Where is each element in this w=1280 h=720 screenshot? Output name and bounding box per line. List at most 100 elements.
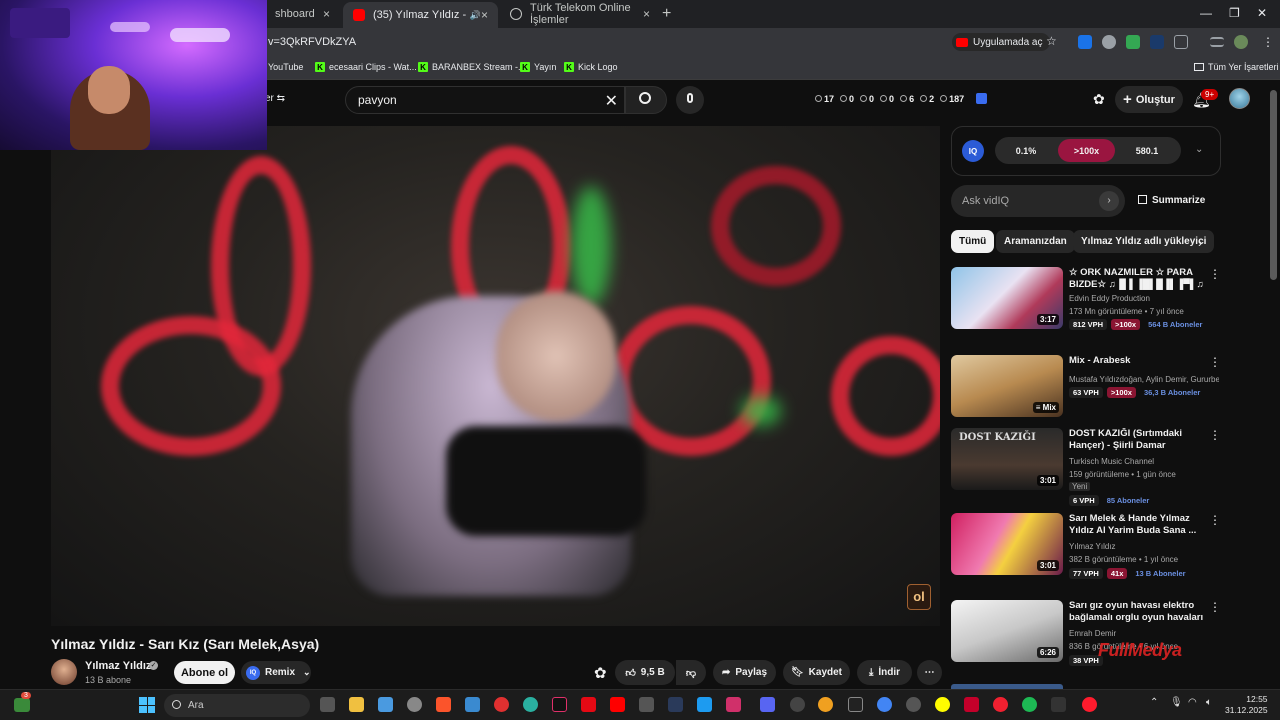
channel-name[interactable]: Yılmaz Yıldız [85, 660, 151, 672]
tiktok-icon[interactable] [552, 697, 567, 712]
bookmark-youtube[interactable]: YouTube [268, 62, 303, 72]
recommendation-item[interactable]: 3:01 Sarı Melek & Hande Yılmaz Yıldız Al… [951, 513, 1271, 579]
shield-icon[interactable] [1102, 35, 1116, 49]
discord-icon[interactable] [760, 697, 775, 712]
netflix-icon[interactable] [581, 697, 596, 712]
video-title[interactable]: Sarı Melek & Hande Yılmaz Yıldız Al Yari… [1069, 513, 1209, 537]
remix-button[interactable]: IQ Remix ⌄ [241, 661, 311, 684]
edge-icon[interactable] [523, 697, 538, 712]
recommendation-item[interactable]: 3:17 ☆ ORK NAZMILER ☆ PARA BIZDE☆ ♫▐▌▌▐█… [951, 267, 1271, 332]
widgets-icon[interactable] [14, 698, 30, 712]
more-menu-icon[interactable]: ⋮ [1262, 35, 1274, 49]
video-thumbnail[interactable]: 6:26 [951, 600, 1063, 662]
vidiq-metric-3[interactable]: 580.1 [1118, 139, 1176, 162]
profile-icon[interactable] [1234, 35, 1248, 49]
store-icon[interactable] [465, 697, 480, 712]
extension-icon[interactable] [1150, 35, 1164, 49]
extension-icon[interactable] [1126, 35, 1140, 49]
more-icon[interactable]: ⋮ [1209, 513, 1221, 527]
save-button[interactable]: 🔖︎ Kaydet [783, 660, 850, 685]
task-view-icon[interactable] [320, 697, 335, 712]
extension-icon[interactable] [1078, 35, 1092, 49]
more-icon[interactable]: ⋮ [1209, 428, 1221, 442]
channel-name[interactable]: Turkisch Music Channel [1069, 457, 1219, 466]
video-thumbnail[interactable]: 3:17 [951, 267, 1063, 329]
chip-uploader[interactable]: Yılmaz Yıldız adlı yükleyici [1073, 230, 1215, 253]
file-explorer-icon[interactable] [349, 697, 364, 712]
copilot-icon[interactable] [378, 697, 393, 712]
vidiq-badge-icon[interactable]: ✿ [594, 664, 607, 682]
epic-games-icon[interactable] [848, 697, 863, 712]
search-input[interactable] [358, 93, 598, 107]
chevron-up-icon[interactable]: ⌃ [1150, 697, 1158, 708]
chrome-icon[interactable] [877, 697, 892, 712]
more-icon[interactable]: ⋮ [1209, 355, 1221, 369]
open-in-app-button[interactable]: Uygulamada aç [952, 33, 1051, 51]
scrollbar[interactable] [1270, 90, 1277, 280]
ask-vidiq-input[interactable]: Ask vidIQ › [951, 185, 1125, 217]
channel-name[interactable]: Edvin Eddy Production [1069, 294, 1219, 303]
bookmark-baranbex[interactable]: K BARANBEX Stream -... [418, 62, 526, 72]
subscribe-button[interactable]: Abone ol [174, 661, 235, 684]
spotify-icon[interactable] [1022, 697, 1037, 712]
close-icon[interactable]: × [643, 7, 650, 21]
bookmark-star-icon[interactable]: ☆ [1046, 34, 1057, 48]
microphone-icon[interactable]: 🎙︎ [1170, 697, 1183, 708]
tab-turk-telekom[interactable]: Türk Telekom Online İşlemler × [500, 0, 660, 28]
voice-search-button[interactable] [676, 86, 704, 114]
brave-icon[interactable] [436, 697, 451, 712]
wifi-icon[interactable]: ◠ [1188, 697, 1197, 708]
vidiq-metric-2[interactable]: >100x [1058, 139, 1115, 162]
more-icon[interactable]: ⋮ [1209, 600, 1221, 614]
channel-avatar[interactable] [51, 659, 77, 685]
puzzle-icon[interactable] [1174, 35, 1188, 49]
video-title[interactable]: Mix - Arabesk [1069, 355, 1209, 367]
video-thumbnail[interactable]: 3:01 [951, 513, 1063, 575]
channel-name[interactable]: Mustafa Yıldızdoğan, Aylin Demir, Gururb… [1069, 375, 1219, 384]
video-title[interactable]: Sarı gız oyun havası elektro bağlamalı o… [1069, 600, 1209, 624]
minimize-button[interactable]: — [1200, 6, 1212, 20]
mcafee-icon[interactable] [964, 697, 979, 712]
youtube-icon[interactable] [610, 697, 625, 712]
avatar[interactable] [1229, 88, 1250, 109]
app-icon[interactable] [790, 697, 805, 712]
download-button[interactable]: ⤓ İndir [857, 660, 912, 685]
video-player[interactable]: ol [51, 126, 940, 626]
chevron-right-icon[interactable]: › [1198, 235, 1202, 250]
app-icon[interactable] [407, 697, 422, 712]
recommendation-item[interactable]: ≡ Mix Mix - Arabesk Mustafa Yıldızdoğan,… [951, 355, 1271, 420]
yandex-icon[interactable] [993, 697, 1008, 712]
vidiq-icon[interactable] [976, 93, 988, 104]
channel-name[interactable]: Yılmaz Yıldız [1069, 542, 1219, 551]
vidiq-badge-icon[interactable]: ✿ [1093, 91, 1105, 108]
close-icon[interactable]: × [481, 8, 488, 22]
bookmark-ecesaari[interactable]: K ecesaari Clips - Wat... [315, 62, 417, 72]
dislike-button[interactable]: 👎︎ [676, 660, 706, 685]
clear-icon[interactable]: ✕ [605, 91, 618, 111]
app-icon[interactable] [906, 697, 921, 712]
clock[interactable]: 12:55 31.12.2025 [1225, 694, 1268, 716]
search-box[interactable]: ✕ [345, 86, 625, 114]
video-title[interactable]: ☆ ORK NAZMILER ☆ PARA BIZDE☆ ♫▐▌▌▐█▌█▐▌▐… [1069, 267, 1209, 291]
like-button[interactable]: 👍︎ 9,5 B [615, 660, 675, 685]
video-thumbnail[interactable]: DOST KAZIĞI 3:01 [951, 428, 1063, 490]
snapchat-icon[interactable] [935, 697, 950, 712]
chip-from-search[interactable]: Aramanızdan [996, 230, 1075, 253]
reading-list-icon[interactable] [1210, 37, 1224, 47]
all-bookmarks[interactable]: Tüm Yer İşaretleri [1194, 62, 1279, 72]
steam-icon[interactable] [668, 697, 683, 712]
create-button[interactable]: + Oluştur [1115, 86, 1183, 113]
arrow-right-icon[interactable]: › [1099, 191, 1119, 211]
bookmark-yayin[interactable]: K Yayın [520, 62, 556, 72]
recommendation-item[interactable]: DOST KAZIĞI 3:01 DOST KAZIĞI (Sırtımdaki… [951, 428, 1271, 508]
close-window-button[interactable]: ✕ [1257, 6, 1267, 20]
media-icon[interactable] [494, 697, 509, 712]
video-thumbnail[interactable]: ≡ Mix [951, 355, 1063, 417]
video-title[interactable]: DOST KAZIĞI (Sırtımdaki Hançer) - Şiirli… [1069, 428, 1209, 452]
share-button[interactable]: ➦ Paylaş [713, 660, 776, 685]
tab-youtube-video[interactable]: (35) Yılmaz Yıldız - Sarı Kız 🔊 × [343, 2, 498, 28]
app-icon[interactable] [1051, 697, 1066, 712]
channel-watermark[interactable]: ol [907, 584, 931, 610]
filter-button[interactable]: er ⇆ [265, 93, 285, 104]
speaker-icon[interactable]: 🔊 [470, 10, 481, 21]
